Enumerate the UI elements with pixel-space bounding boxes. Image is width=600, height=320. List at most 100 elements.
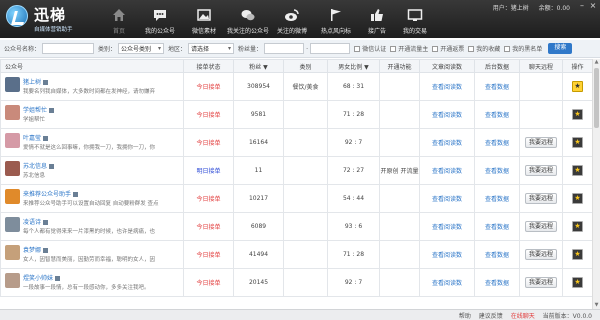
nav-followed-weibo[interactable]: 关注的微博: [270, 0, 314, 38]
scroll-down-icon[interactable]: ▼: [593, 302, 600, 309]
checkbox-box: [432, 45, 439, 52]
account-cell[interactable]: 袁梦娜 女人，因智慧而美丽，因勤劳而幸福，聪明的女人，因: [0, 240, 184, 269]
category-select[interactable]: 公众号类别: [118, 43, 165, 54]
account-cell[interactable]: 来推荐公众号助手 来推荐公众号助手可以设置自动回复 自动要粉群发 查点: [0, 184, 184, 213]
account-name[interactable]: 凌语诗: [23, 217, 49, 226]
view-read-count-link[interactable]: 查看阅读数: [432, 168, 462, 175]
view-read-count-link[interactable]: 查看阅读数: [432, 224, 462, 231]
table-row: 叶嘉莹 爱情不就是这么回事嘛，你拥我一刀，我拥你一刀，你 今日接单 16164 92 :…: [0, 128, 592, 157]
close-icon[interactable]: ×: [589, 2, 597, 10]
account-cell[interactable]: 叶嘉莹 爱情不就是这么回事嘛，你拥我一刀，我拥你一刀，你: [0, 128, 184, 157]
backend-data-cell: 查看数据: [474, 268, 520, 297]
nav-home-label: 首页: [112, 28, 125, 35]
view-backend-data-link[interactable]: 查看数据: [485, 280, 509, 287]
checkbox-rebate[interactable]: 开通返票: [432, 44, 464, 53]
nav-take-ads[interactable]: 接广告: [358, 0, 396, 38]
star-icon[interactable]: ★: [572, 109, 583, 120]
view-backend-data-link[interactable]: 查看数据: [485, 196, 509, 203]
remote-button[interactable]: 我要远程: [524, 249, 557, 260]
view-backend-data-link[interactable]: 查看数据: [485, 224, 509, 231]
scroll-thumb[interactable]: [594, 68, 599, 128]
gender-ratio: 93 : 6: [327, 212, 380, 241]
nav-my-trades[interactable]: 我的交易: [396, 0, 434, 38]
view-backend-data-link[interactable]: 查看数据: [485, 168, 509, 175]
remote-button[interactable]: 我要远程: [524, 137, 557, 148]
star-icon[interactable]: ★: [572, 137, 583, 148]
nav-home[interactable]: 首页: [100, 0, 138, 38]
account-name[interactable]: 猪上树: [23, 77, 49, 86]
search-button[interactable]: 搜索: [548, 43, 573, 54]
star-icon[interactable]: ★: [572, 165, 583, 176]
remote-button[interactable]: 我要远程: [524, 277, 557, 288]
view-read-count-link[interactable]: 查看阅读数: [432, 280, 462, 287]
read-count-cell: 查看阅读数: [419, 128, 475, 157]
view-backend-data-link[interactable]: 查看数据: [485, 140, 509, 147]
avatar: [5, 161, 20, 176]
fans-max-input[interactable]: [310, 43, 351, 54]
col-gender-ratio[interactable]: 男女比例 ▼: [327, 59, 380, 73]
view-read-count-link[interactable]: 查看阅读数: [432, 140, 462, 147]
vertical-scrollbar[interactable]: ▲ ▼: [592, 59, 600, 309]
checkbox-traffic-host[interactable]: 开通流量主: [390, 44, 428, 53]
nav-my-accounts[interactable]: 我的公众号: [138, 0, 182, 38]
top-navigation-bar: 迅梯 自媒体营销助手 首页 我的公众号 微信素材 我关注的公众号 关注的微博 热…: [0, 0, 600, 38]
flag-icon: [331, 9, 341, 21]
remote-button[interactable]: 我要远程: [524, 193, 557, 204]
fans-min-input[interactable]: [264, 43, 305, 54]
star-icon[interactable]: ★: [572, 81, 583, 92]
online-chat-link[interactable]: 在线聊天: [511, 313, 535, 320]
wechat-badge-icon: [73, 192, 79, 197]
account-cell[interactable]: 苏北信息 苏北信息: [0, 156, 184, 185]
star-icon[interactable]: ★: [572, 249, 583, 260]
wechat-badge-icon: [43, 220, 49, 225]
view-backend-data-link[interactable]: 查看数据: [485, 252, 509, 259]
nav-followed-accounts-label: 我关注的公众号: [226, 28, 269, 35]
view-read-count-link[interactable]: 查看阅读数: [432, 112, 462, 119]
minimize-icon[interactable]: –: [578, 2, 586, 10]
remote-button[interactable]: 我要远程: [524, 165, 557, 176]
checkbox-blacklist[interactable]: 我的黑名单: [504, 44, 542, 53]
nav-wechat-materials[interactable]: 微信素材: [182, 0, 226, 38]
account-name-text: 猪上树: [23, 79, 42, 86]
view-backend-data-link[interactable]: 查看数据: [485, 112, 509, 119]
view-read-count-link[interactable]: 查看阅读数: [432, 196, 462, 203]
account-cell[interactable]: 凌语诗 每个人都有觉得来来一片漆黑的时候，也许是病痛，也: [0, 212, 184, 241]
avatar: [5, 189, 20, 204]
checkbox-favorites[interactable]: 我的收藏: [468, 44, 500, 53]
help-link[interactable]: 帮助: [459, 313, 471, 320]
gender-ratio: 71 : 28: [327, 100, 380, 129]
category-value: [283, 156, 328, 185]
category-value: [283, 240, 328, 269]
remote-button[interactable]: 我要远程: [524, 221, 557, 232]
order-status: 今日接单: [183, 268, 234, 297]
fans-count: 10217: [233, 184, 284, 213]
checkbox-verified[interactable]: 微信认证: [354, 44, 386, 53]
feedback-link[interactable]: 建议反馈: [479, 313, 503, 320]
account-name[interactable]: 苏北信息: [23, 161, 55, 170]
account-name[interactable]: 袁梦娜: [23, 245, 49, 254]
view-backend-data-link[interactable]: 查看数据: [485, 84, 509, 91]
account-name[interactable]: 煜笑小帅妹: [23, 273, 61, 282]
account-cell[interactable]: 学姐帮忙 学姐帮忙: [0, 100, 184, 129]
star-icon[interactable]: ★: [572, 221, 583, 232]
view-read-count-link[interactable]: 查看阅读数: [432, 84, 462, 91]
nav-hot-trends[interactable]: 热点风向标: [314, 0, 358, 38]
account-cell[interactable]: 煜笑小帅妹一段故事一段情，总有一段感动你，多多关注我吧。: [0, 268, 184, 297]
star-icon[interactable]: ★: [572, 277, 583, 288]
nav-followed-accounts[interactable]: 我关注的公众号: [226, 0, 270, 38]
region-select[interactable]: 请选择: [188, 43, 235, 54]
view-read-count-link[interactable]: 查看阅读数: [432, 252, 462, 259]
account-cell[interactable]: 猪上树 我要名列我自媒体，大多数时间都在发神经，请勿嫌弃: [0, 72, 184, 101]
col-fans[interactable]: 粉丝 ▼: [233, 59, 284, 73]
checkbox-box: [504, 45, 511, 52]
category-value: [283, 212, 328, 241]
account-name-input[interactable]: [42, 43, 95, 54]
scroll-up-icon[interactable]: ▲: [593, 59, 600, 66]
fans-count: 11: [233, 156, 284, 185]
star-icon[interactable]: ★: [572, 193, 583, 204]
account-name[interactable]: 来推荐公众号助手: [23, 189, 79, 198]
account-name[interactable]: 叶嘉莹: [23, 133, 49, 142]
picture-icon: [197, 9, 211, 21]
account-name[interactable]: 学姐帮忙: [23, 105, 55, 114]
account-description: 一段故事一段情，总有一段感动你，多多关注我吧。: [23, 285, 150, 291]
